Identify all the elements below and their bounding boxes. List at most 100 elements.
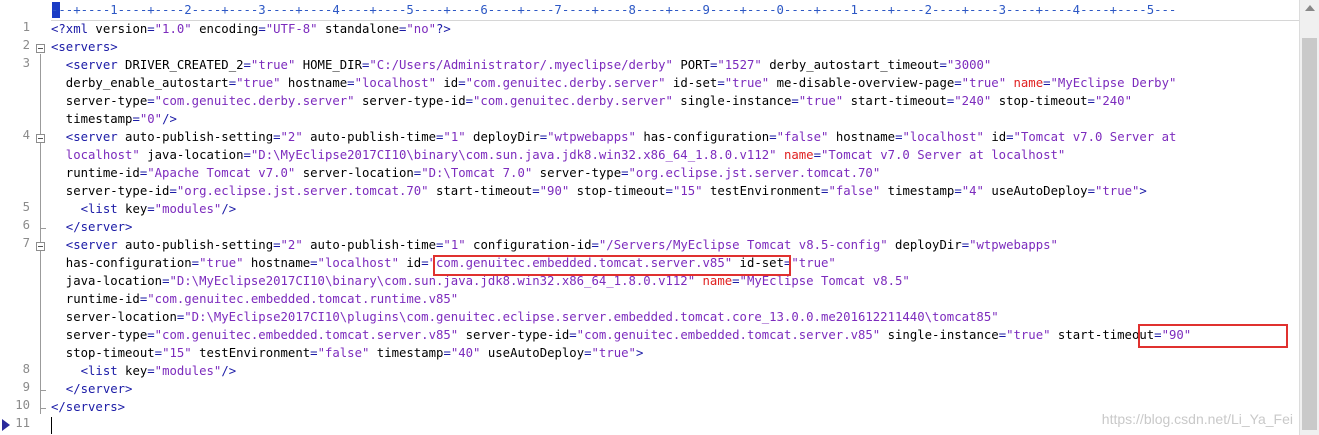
code-token: = <box>791 94 799 108</box>
code-token: = <box>132 112 140 126</box>
code-token: auto-publish-setting <box>125 238 274 252</box>
code-token: deployDir <box>465 130 540 144</box>
code-token: = <box>147 328 155 342</box>
scrollbar-thumb[interactable] <box>1302 38 1317 430</box>
line-number-gutter: 1 2 3 4 5 6 7 8 9 10 11 <box>0 20 50 435</box>
line-number: 4 <box>22 128 30 142</box>
code-token: "localhost" <box>902 130 984 144</box>
code-token: derby_enable_autostart <box>51 76 229 90</box>
fold-collapse-icon[interactable] <box>36 44 45 53</box>
code-line[interactable]: </server> <box>51 380 133 398</box>
code-token: <servers> <box>51 40 118 54</box>
code-token: "D:\MyEclipse2017CI10\binary\com.sun.jav… <box>169 274 696 288</box>
code-token: "wtpwebapps" <box>969 238 1058 252</box>
code-token: = <box>961 238 970 252</box>
code-token: DRIVER_CREATED_2 <box>125 58 244 72</box>
code-token: "localhost" <box>354 76 436 90</box>
code-token: deployDir <box>887 238 962 252</box>
code-token: <list <box>51 202 126 216</box>
code-token: id <box>983 130 1007 144</box>
code-token: = <box>569 328 577 342</box>
code-token: = <box>1043 76 1051 90</box>
highlight-box-start-timeout <box>1138 324 1288 348</box>
code-token: "true" <box>724 76 770 90</box>
code-token: "MyEclipse Tomcat v8.5" <box>739 274 910 288</box>
code-token: HOME_DIR <box>295 58 362 72</box>
code-token: "modules" <box>154 364 222 378</box>
code-token: = <box>591 238 599 252</box>
code-token: server-type-id <box>354 94 466 108</box>
code-line[interactable]: server-type-id="org.eclipse.jst.server.t… <box>51 182 1147 200</box>
code-token: timestamp <box>880 184 955 198</box>
fold-end-mark <box>40 408 46 409</box>
code-token: = <box>273 238 281 252</box>
vertical-scrollbar[interactable] <box>1299 0 1319 435</box>
code-token: "MyEclipse Derby" <box>1050 76 1177 90</box>
fold-guide-line <box>40 54 41 414</box>
code-token: "2" <box>280 238 303 252</box>
code-token: hostname <box>243 256 311 270</box>
code-line[interactable]: localhost" java-location="D:\MyEclipse20… <box>51 146 1066 164</box>
code-line[interactable]: <server DRIVER_CREATED_2="true" HOME_DIR… <box>51 56 992 74</box>
fold-collapse-icon[interactable] <box>36 242 45 251</box>
code-token: = <box>939 58 947 72</box>
code-token: </server> <box>51 382 133 396</box>
code-token: id <box>398 256 422 270</box>
code-token: derby_autostart_timeout <box>761 58 940 72</box>
code-token: "2" <box>280 130 303 144</box>
code-line[interactable]: <server auto-publish-setting="2" auto-pu… <box>51 128 1177 146</box>
code-line[interactable]: server-type="com.genuitec.derby.server" … <box>51 92 1132 110</box>
code-token: <list <box>51 364 126 378</box>
code-line[interactable]: derby_enable_autostart="true" hostname="… <box>51 74 1177 92</box>
code-line[interactable]: server-location="D:\MyEclipse2017CI10\pl… <box>51 308 999 326</box>
code-token: = <box>1087 94 1095 108</box>
line-number: 6 <box>22 218 30 232</box>
fold-collapse-icon[interactable] <box>36 134 45 143</box>
code-token: "com.genuitec.embedded.tomcat.server.v85… <box>576 328 881 342</box>
code-token: runtime-id <box>51 292 140 306</box>
code-token: key <box>125 202 148 216</box>
code-token: useAutoDeploy <box>983 184 1088 198</box>
ruler-text: ---+----1----+----2----+----3----+----4-… <box>51 3 1177 17</box>
code-token: = <box>1006 130 1014 144</box>
scroll-up-arrow-icon[interactable] <box>1305 5 1315 11</box>
code-token: = <box>769 130 777 144</box>
code-token: = <box>532 184 540 198</box>
code-token: = <box>347 76 355 90</box>
code-token: standalone <box>317 22 399 36</box>
code-editor[interactable]: <?xml version="1.0" encoding="UTF-8" sta… <box>51 20 1299 435</box>
code-line[interactable]: stop-timeout="15" testEnvironment="false… <box>51 344 644 362</box>
code-token: testEnvironment <box>702 184 822 198</box>
code-line[interactable]: runtime-id = "Apache Tomcat v7.0" server-l… <box>51 164 880 182</box>
code-line[interactable]: timestamp="0"/> <box>51 110 177 128</box>
code-line[interactable]: <servers> <box>51 38 118 56</box>
code-token: "true" <box>798 94 844 108</box>
code-token: timestamp <box>51 112 133 126</box>
code-token: "Tomcat v7.0 Server at localhost" <box>820 148 1066 162</box>
code-line[interactable]: server-type="com.genuitec.embedded.tomca… <box>51 326 1191 344</box>
code-token: "true" <box>250 58 296 72</box>
code-token: "1" <box>443 238 466 252</box>
code-token: key <box>125 364 148 378</box>
line-number: 10 <box>15 398 30 412</box>
line-number: 5 <box>22 200 30 214</box>
code-line[interactable]: </server> <box>51 218 133 236</box>
fold-end-mark <box>40 390 46 391</box>
code-token: "true" <box>236 76 281 90</box>
text-cursor <box>51 417 52 434</box>
code-token: has-configuration <box>51 256 192 270</box>
code-line[interactable]: runtime-id="com.genuitec.embedded.tomcat… <box>51 290 458 308</box>
code-line[interactable]: </servers> <box>51 398 125 416</box>
code-line[interactable]: <list key="modules"/> <box>51 200 237 218</box>
code-token: runtime-id <box>51 166 140 180</box>
code-token: "3000" <box>946 58 992 72</box>
code-token: "90" <box>539 184 570 198</box>
code-token: = <box>665 184 673 198</box>
code-line[interactable]: <server auto-publish-setting="2" auto-pu… <box>51 236 1058 254</box>
code-token: "com.genuitec.derby.server" <box>465 76 666 90</box>
code-token: "true" <box>1006 328 1051 342</box>
code-line[interactable]: <list key="modules"/> <box>51 362 237 380</box>
code-token: has-configuration <box>635 130 770 144</box>
code-line[interactable]: <?xml version="1.0" encoding="UTF-8" sta… <box>51 20 451 38</box>
code-token: localhost" <box>51 148 140 162</box>
